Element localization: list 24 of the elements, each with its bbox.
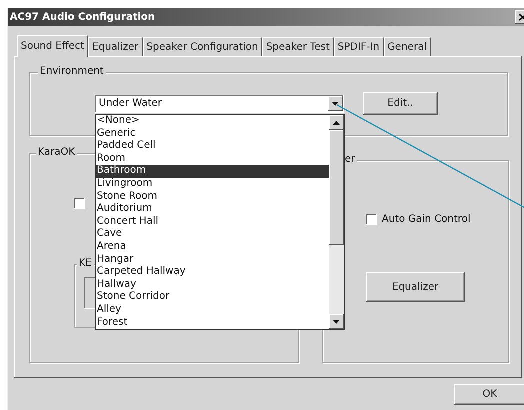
ok-button[interactable]: OK: [454, 384, 524, 405]
checkbox[interactable]: [74, 198, 85, 209]
window-title: AC97 Audio Configuration: [9, 12, 156, 22]
dropdown-arrow-button[interactable]: [328, 96, 343, 111]
tab[interactable]: General: [384, 37, 431, 56]
environment-dropdown[interactable]: Under Water: [95, 94, 344, 112]
scrollbar[interactable]: [329, 115, 344, 329]
up-arrow-icon: [333, 120, 340, 124]
down-arrow-icon: [333, 320, 340, 324]
scroll-up-button[interactable]: [329, 115, 344, 130]
scroll-down-button[interactable]: [329, 314, 344, 329]
list-item[interactable]: Bathroom: [96, 165, 329, 178]
tab[interactable]: Equalizer: [88, 37, 143, 56]
scroll-thumb[interactable]: [329, 130, 344, 245]
edit-button[interactable]: Edit..: [363, 92, 438, 115]
checkbox-label: Auto Gain Control: [382, 214, 471, 225]
tab[interactable]: Speaker Configuration: [142, 37, 262, 56]
caret-icon: [332, 102, 339, 106]
tab[interactable]: Sound Effect: [17, 35, 88, 57]
dropdown-value: Under Water: [98, 98, 164, 109]
tab[interactable]: Speaker Test: [262, 37, 334, 56]
checkbox[interactable]: [366, 214, 377, 225]
equalizer-button[interactable]: Equalizer: [366, 272, 465, 302]
tab[interactable]: SPDIF-In: [334, 37, 384, 56]
